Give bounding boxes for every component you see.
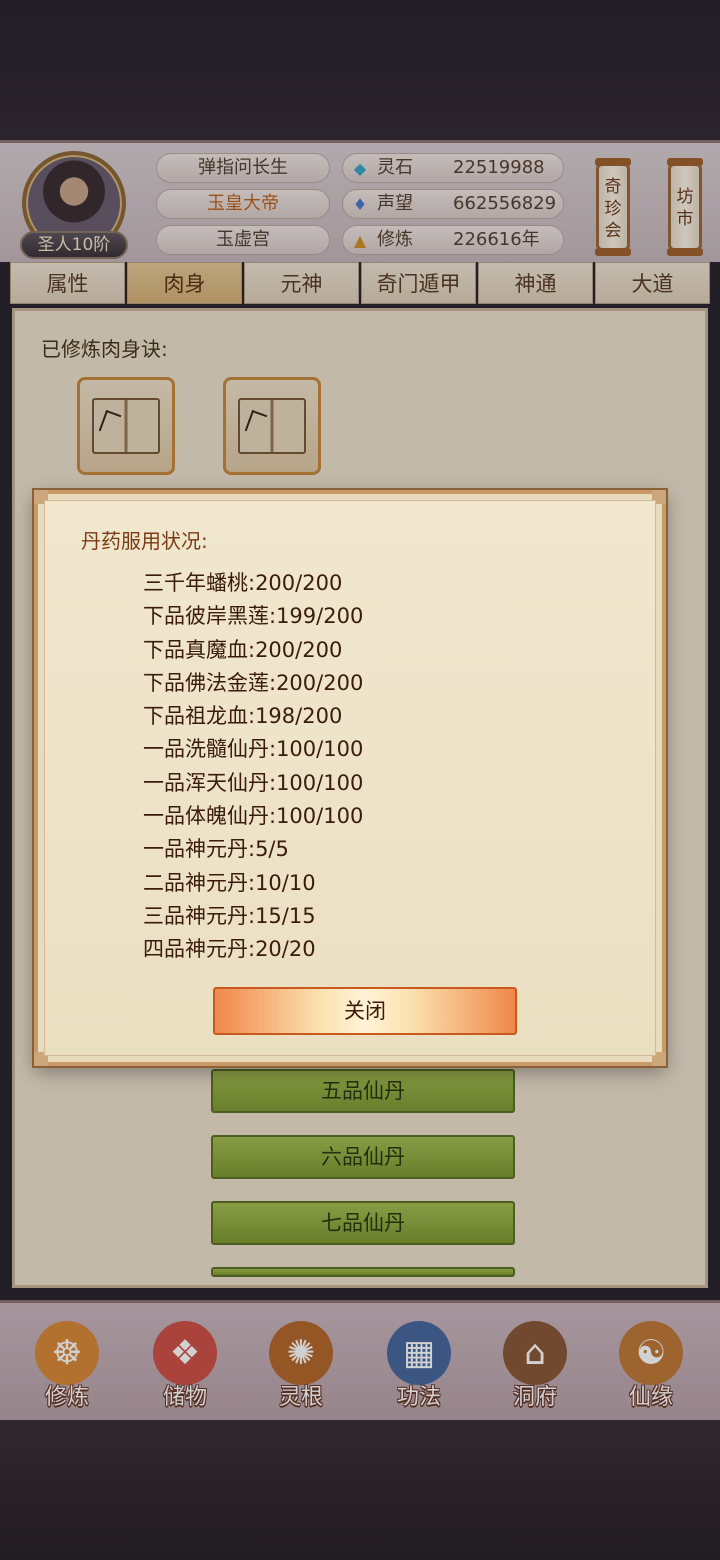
list-item: 一品洗髓仙丹:100/100	[143, 737, 364, 762]
list-item: 下品彼岸黑莲:199/200	[143, 604, 364, 629]
list-item: 下品佛法金莲:200/200	[143, 670, 364, 695]
list-item: 二品神元丹:10/10	[143, 870, 316, 895]
list-item: 三千年蟠桃:200/200	[143, 571, 343, 595]
close-button[interactable]: 关闭	[213, 987, 517, 1035]
list-item: 一品浑天仙丹:100/100	[143, 770, 364, 795]
dialog-title: 丹药服用状况:	[81, 529, 208, 553]
list-item: 一品体魄仙丹:100/100	[143, 804, 364, 829]
list-item: 下品祖龙血:198/200	[143, 704, 343, 729]
list-item: 一品神元丹:5/5	[143, 837, 289, 862]
list-item: 三品神元丹:15/15	[143, 903, 316, 928]
pill-status-list: 三千年蟠桃:200/200 下品彼岸黑莲:199/200 下品真魔血:200/2…	[143, 567, 563, 967]
list-item: 四品神元丹:20/20	[143, 937, 316, 962]
pill-status-dialog: 丹药服用状况: 三千年蟠桃:200/200 下品彼岸黑莲:199/200 下品真…	[34, 490, 666, 1066]
list-item: 下品真魔血:200/200	[143, 637, 343, 662]
